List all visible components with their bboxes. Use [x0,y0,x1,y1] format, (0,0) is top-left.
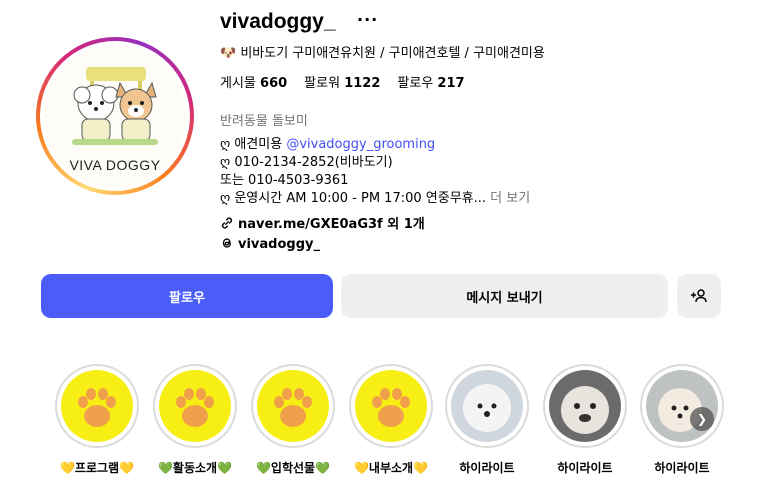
highlight-item[interactable]: 하이라이트 [443,364,531,476]
paw-icon [257,370,329,442]
paw-icon [159,370,231,442]
heart-icon-left: 💛 [59,461,75,475]
highlight-title: 활동소개 [172,461,218,475]
bio-grooming-prefix: ღ 애견미용 [220,137,287,152]
threads-link[interactable]: vivadoggy_ [220,236,320,252]
dog-photo-icon [549,370,621,442]
highlight-item[interactable]: 💚입학선물💚 [249,364,337,476]
profile-link-text: naver.me/GXE0aG3f 외 1개 [238,217,425,232]
follow-button[interactable]: 팔로우 [41,274,333,318]
highlight-ring [55,364,139,448]
highlight-label: 💚입학선물💚 [249,459,337,476]
avatar-image: VIVA DOGGY [44,45,186,187]
link-icon [221,217,233,229]
heart-icon-right: 💛 [413,461,429,475]
highlight-cover [159,370,231,442]
highlight-ring [251,364,335,448]
heart-icon-left: 💛 [353,461,369,475]
bio-grooming-line: ღ 애견미용 @vivadoggy_grooming [220,133,435,152]
bio-phone-alt-line: 또는 010-4503-9361 [220,173,349,188]
avatar-ring: VIVA DOGGY [40,41,190,191]
heart-icon-right: 💛 [119,461,135,475]
posts-count: 660 [260,76,288,91]
threads-icon [222,238,231,248]
highlight-label: 💚활동소개💚 [151,459,239,476]
highlight-item[interactable]: 💛프로그램💛 [53,364,141,476]
following-label: 팔로우 [397,76,434,91]
heart-icon-right: 💚 [315,461,331,475]
dog-photo-icon [646,370,718,442]
highlight-cover [646,370,718,442]
highlight-ring [445,364,529,448]
highlight-cover [451,370,523,442]
highlight-label: 하이라이트 [638,459,726,476]
heart-icon-right: 💚 [217,461,233,475]
following-stat[interactable]: 팔로우 217 [397,72,464,91]
profile-avatar[interactable]: VIVA DOGGY [36,37,194,195]
bio-phone-line: ღ 010-2134-2852(비바도기) [220,155,393,170]
profile-stats: 게시물 660 팔로워 1122 팔로우 217 [220,72,465,91]
more-options-icon[interactable]: ··· [357,10,378,29]
highlight-label: 하이라이트 [443,459,531,476]
heart-icon-left: 💚 [255,461,271,475]
highlight-label: 💛프로그램💛 [53,459,141,476]
avatar-logo-text: VIVA DOGGY [69,157,161,173]
highlight-title: 입학선물 [270,461,316,475]
followers-count: 1122 [344,76,381,91]
grooming-account-link[interactable]: @vivadoggy_grooming [286,137,435,152]
bio-category-line: 반려동물 돌보미 [220,114,308,129]
posts-stat[interactable]: 게시물 660 [220,72,287,91]
highlight-ring [153,364,237,448]
highlight-item[interactable]: 💛내부소개💛 [347,364,435,476]
highlights-next-button[interactable]: ❯ [690,407,714,431]
highlight-label: 💛내부소개💛 [347,459,435,476]
heart-icon-left: 💚 [157,461,173,475]
highlight-item[interactable]: 💚활동소개💚 [151,364,239,476]
bio-more-link[interactable]: 더 보기 [486,191,530,206]
highlight-title: 하이라이트 [654,461,710,475]
dog-photo-icon [451,370,523,442]
highlight-ring [640,364,724,448]
highlight-title: 하이라이트 [459,461,515,475]
following-count: 217 [437,76,465,91]
chevron-right-icon: ❯ [696,412,708,426]
add-person-icon [691,289,707,303]
profile-username: vivadoggy_ [220,10,336,33]
highlight-ring [543,364,627,448]
profile-category: 🐶 비바도기 구미애견유치원 / 구미애견호텔 / 구미애견미용 [220,46,545,61]
profile-link[interactable]: naver.me/GXE0aG3f 외 1개 [220,213,425,232]
highlight-item[interactable]: 하이라이트 [541,364,629,476]
bio-hours-line: ღ 운영시간 AM 10:00 - PM 17:00 연중무휴... 더 보기 [220,187,530,206]
highlight-title: 하이라이트 [557,461,613,475]
paw-icon [61,370,133,442]
bio-hours-text: ღ 운영시간 AM 10:00 - PM 17:00 연중무휴... [220,191,487,206]
highlight-cover [257,370,329,442]
highlight-title: 내부소개 [368,461,414,475]
highlight-cover [549,370,621,442]
paw-icon [355,370,427,442]
followers-stat[interactable]: 팔로워 1122 [304,72,380,91]
highlight-ring [349,364,433,448]
highlight-title: 프로그램 [74,461,120,475]
suggested-users-button[interactable] [677,274,721,318]
message-button[interactable]: 메시지 보내기 [341,274,668,318]
followers-label: 팔로워 [304,76,341,91]
highlight-label: 하이라이트 [541,459,629,476]
posts-label: 게시물 [220,76,256,91]
threads-handle: vivadoggy_ [238,237,320,252]
highlight-cover [61,370,133,442]
highlight-cover [355,370,427,442]
